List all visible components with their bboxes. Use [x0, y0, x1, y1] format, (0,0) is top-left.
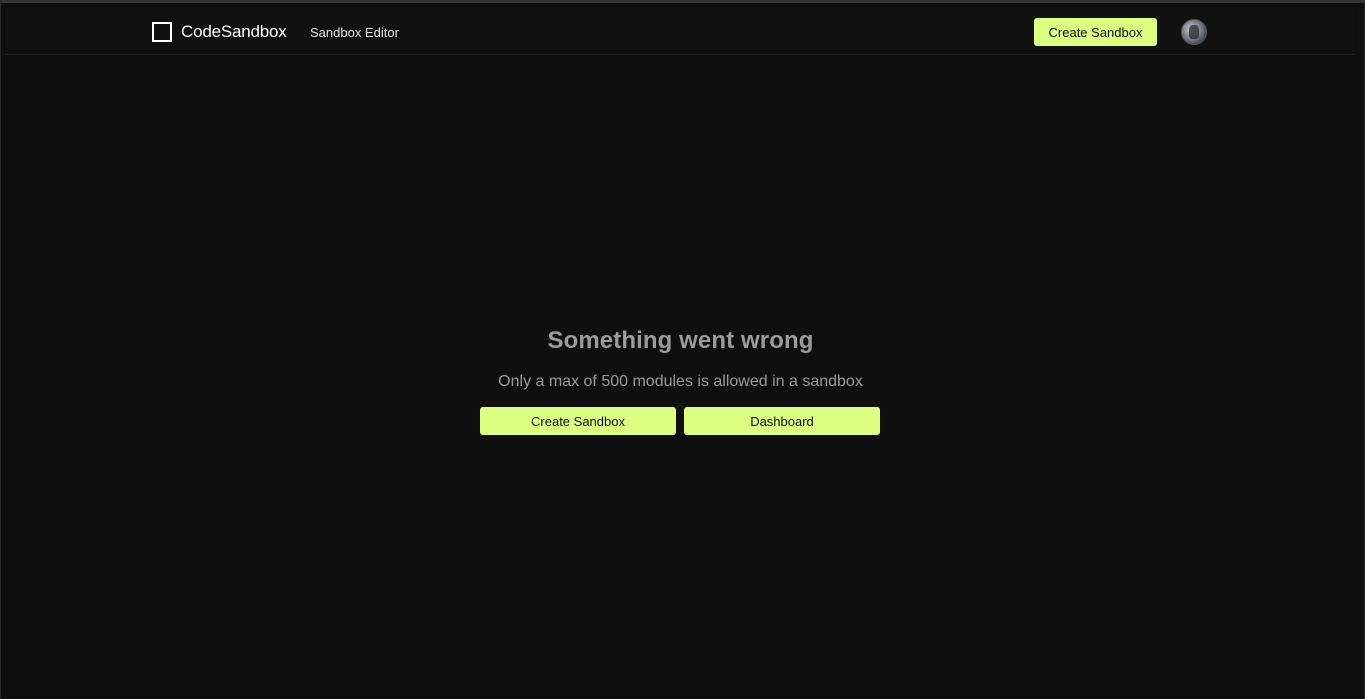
avatar-image [1189, 25, 1199, 39]
error-message: Only a max of 500 modules is allowed in … [498, 373, 863, 390]
header-create-sandbox-button[interactable]: Create Sandbox [1034, 18, 1157, 46]
create-sandbox-button[interactable]: Create Sandbox [480, 407, 676, 435]
codesandbox-logo-link[interactable]: CodeSandbox [152, 22, 287, 42]
codesandbox-logo-icon [152, 22, 172, 42]
error-title: Something went wrong [547, 327, 814, 354]
user-avatar[interactable] [1181, 19, 1207, 45]
brand-name: CodeSandbox [181, 22, 287, 41]
app-window: CodeSandbox Sandbox Editor Create Sandbo… [0, 0, 1365, 699]
top-bar: CodeSandbox Sandbox Editor Create Sandbo… [5, 6, 1355, 55]
dashboard-button[interactable]: Dashboard [684, 407, 880, 435]
section-label: Sandbox Editor [310, 25, 399, 40]
error-actions: Create Sandbox Dashboard [480, 407, 880, 435]
